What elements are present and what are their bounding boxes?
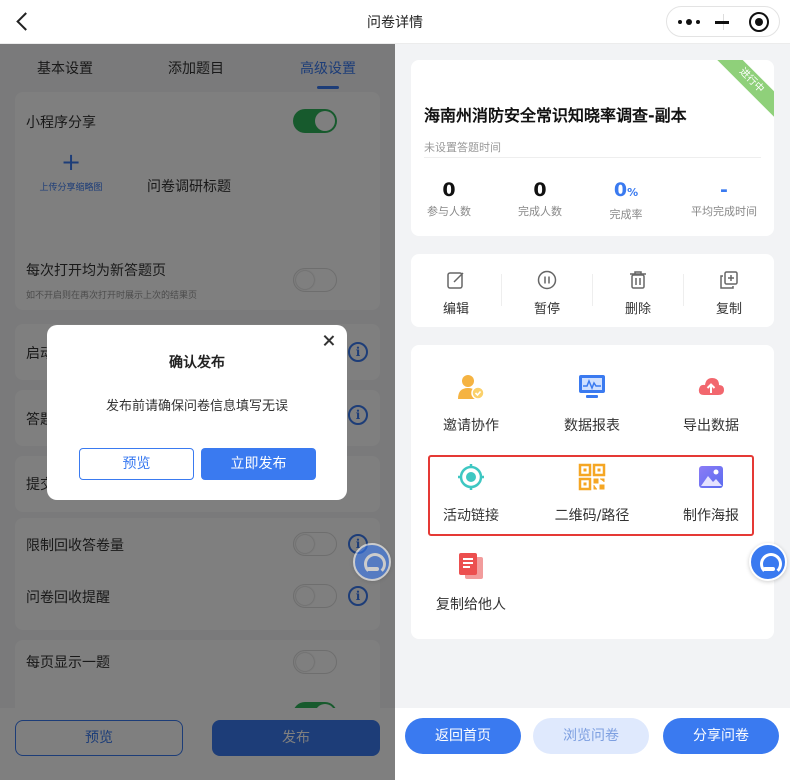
minimize-icon[interactable] [709,10,733,34]
highlight-annotation-box [428,455,754,536]
share-survey-button[interactable]: 分享问卷 [663,718,779,754]
edit-icon [446,270,466,290]
survey-title: 海南州消防安全常识知晓率调查-副本 [424,106,687,125]
invite-collaborate-button[interactable]: 邀请协作 [421,373,521,435]
miniprogram-capsule [666,6,780,37]
survey-detail-pane: 进行中 海南州消防安全常识知晓率调查-副本 未设置答题时间 0 参与人数 0 完… [395,44,790,780]
confirm-publish-dialog: 确认发布 发布前请确保问卷信息填写无误 预览 立即发布 [47,325,347,500]
cloud-upload-icon [697,373,725,401]
action-card: 编辑 暂停 删除 复制 [411,254,774,327]
copy-to-others-button[interactable]: 复制给他人 [421,552,521,614]
stat-avg-time: - 平均完成时间 [691,179,757,218]
survey-info-card: 进行中 海南州消防安全常识知晓率调查-副本 未设置答题时间 0 参与人数 0 完… [411,60,774,236]
dialog-title: 确认发布 [169,355,225,371]
copy-icon [719,270,739,290]
stat-completed: 0 完成人数 [518,179,562,218]
browse-survey-button[interactable]: 浏览问卷 [533,718,649,754]
export-data-button[interactable]: 导出数据 [661,373,761,435]
customer-service-icon[interactable] [353,543,391,581]
top-nav-bar: 问卷详情 [0,0,790,44]
monitor-chart-icon [578,373,606,401]
edit-button[interactable]: 编辑 [411,270,501,317]
close-miniprogram-icon[interactable] [749,12,769,32]
documents-copy-icon [457,552,485,580]
publish-now-button[interactable]: 立即发布 [201,448,316,480]
stat-participants: 0 参与人数 [427,179,471,218]
dialog-message: 发布前请确保问卷信息填写无误 [105,399,288,414]
pause-button[interactable]: 暂停 [502,270,592,317]
close-icon[interactable] [321,333,337,349]
right-bottom-bar: 返回首页 浏览问卷 分享问卷 [395,708,790,780]
stat-completion-rate: 0% 完成率 [609,179,643,221]
status-badge: 进行中 [714,60,774,120]
invite-user-icon [457,373,485,401]
back-home-button[interactable]: 返回首页 [405,718,521,754]
settings-pane: 基本设置 添加题目 高级设置 小程序分享 + 上传分享缩略图 问卷调研标题 每次… [0,44,395,780]
pause-icon [537,270,557,290]
customer-service-icon[interactable] [749,543,787,581]
trash-icon [628,270,648,290]
survey-time-hint: 未设置答题时间 [424,141,501,154]
delete-button[interactable]: 删除 [593,270,683,317]
copy-button[interactable]: 复制 [684,270,774,317]
data-report-button[interactable]: 数据报表 [542,373,642,435]
dialog-preview-button[interactable]: 预览 [79,448,194,480]
